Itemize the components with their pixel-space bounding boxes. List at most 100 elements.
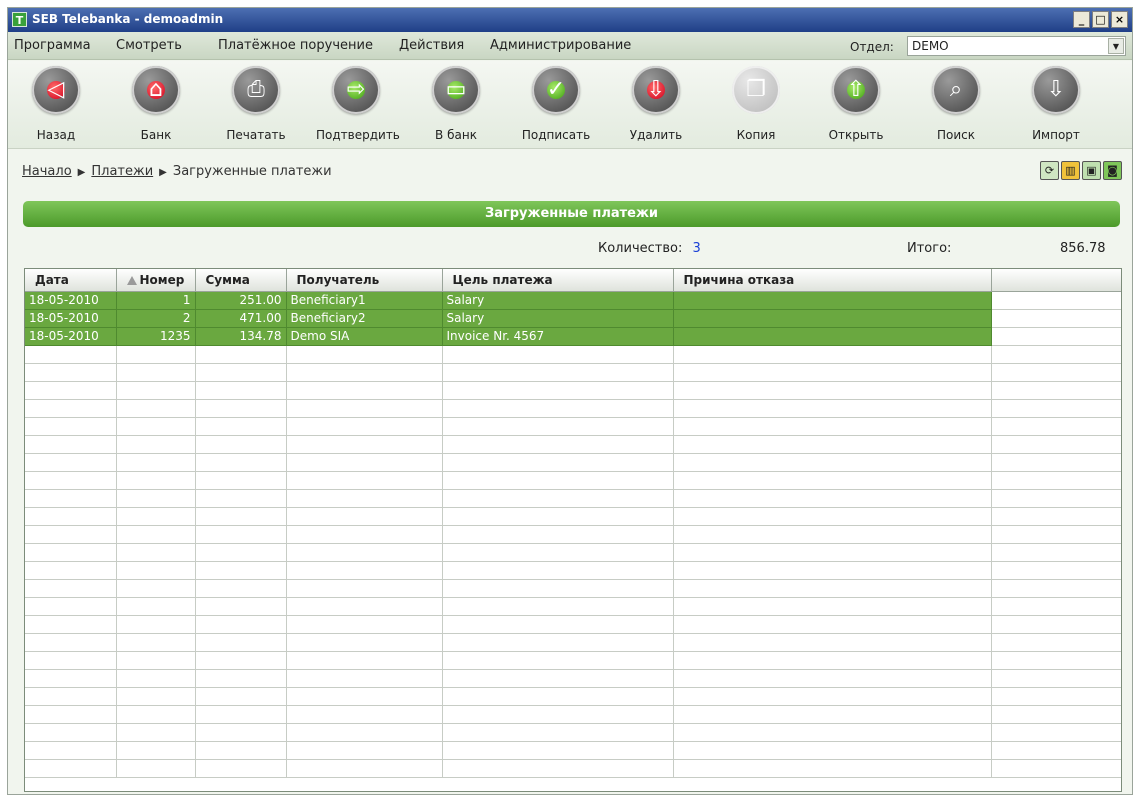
empty-cell (673, 435, 992, 454)
empty-table-row (25, 363, 1121, 382)
empty-cell (442, 723, 674, 742)
column-header-number[interactable]: Номер (116, 269, 196, 292)
empty-cell (442, 453, 674, 472)
empty-cell (116, 543, 196, 562)
empty-cell (442, 345, 674, 364)
back-button[interactable]: ◁ Назад (16, 61, 96, 147)
cell-date: 18-05-2010 (25, 327, 117, 346)
empty-cell (195, 417, 287, 436)
empty-cell (116, 597, 196, 616)
breadcrumb-home-link[interactable]: Начало (22, 164, 72, 179)
empty-cell (116, 615, 196, 634)
empty-cell (991, 543, 1121, 562)
table-row[interactable]: 18-05-2010 1235 134.78 Demo SIA Invoice … (25, 327, 1121, 346)
send-to-bank-label: В банк (435, 128, 477, 142)
empty-cell (286, 399, 443, 418)
column-header-date[interactable]: Дата (25, 269, 117, 292)
empty-table-row (25, 381, 1121, 400)
maximize-button[interactable]: □ (1092, 11, 1109, 28)
table-row[interactable]: 18-05-2010 1 251.00 Beneficiary1 Salary (25, 291, 1121, 310)
menu-administration[interactable]: Администрирование (490, 38, 631, 53)
refresh-icon[interactable]: ⟳ (1040, 161, 1059, 180)
cell-number: 2 (116, 309, 196, 328)
empty-cell (195, 471, 287, 490)
empty-cell (116, 525, 196, 544)
cell-reject-reason (673, 327, 992, 346)
menu-payment-order[interactable]: Платёжное поручение (218, 38, 373, 53)
menu-view[interactable]: Смотреть (116, 38, 182, 53)
export-icon[interactable]: ◙ (1103, 161, 1122, 180)
window-title: SEB Telebanka - demoadmin (32, 12, 224, 26)
empty-table-row (25, 687, 1121, 706)
print-button[interactable]: ⎙ Печатать (216, 61, 296, 147)
send-to-bank-button[interactable]: ▭ В банк (416, 61, 496, 147)
cell-reject-reason (673, 309, 992, 328)
empty-cell (25, 525, 117, 544)
empty-cell (442, 381, 674, 400)
breadcrumb-payments-link[interactable]: Платежи (91, 164, 153, 179)
minimize-button[interactable]: _ (1073, 11, 1090, 28)
department-value: DEMO (912, 39, 949, 53)
empty-cell (991, 399, 1121, 418)
empty-cell (991, 435, 1121, 454)
empty-cell (25, 543, 117, 562)
column-header-reject-reason[interactable]: Причина отказа (673, 269, 992, 292)
empty-cell (195, 381, 287, 400)
empty-cell (25, 759, 117, 778)
printer-icon: ⎙ (232, 66, 280, 114)
empty-cell (991, 561, 1121, 580)
chevron-down-icon[interactable]: ▼ (1108, 38, 1124, 54)
sign-button[interactable]: ✓ Подписать (516, 61, 596, 147)
bank-button[interactable]: ⌂ Банк (116, 61, 196, 147)
empty-cell (673, 579, 992, 598)
columns-icon[interactable]: ▥ (1061, 161, 1080, 180)
empty-cell (25, 615, 117, 634)
empty-cell (195, 615, 287, 634)
open-button[interactable]: ⇧ Открыть (816, 61, 896, 147)
screen-icon[interactable]: ▣ (1082, 161, 1101, 180)
menu-actions[interactable]: Действия (399, 38, 464, 53)
menu-bar: Программа Смотреть Платёжное поручение Д… (8, 32, 1132, 60)
open-icon: ⇧ (832, 66, 880, 114)
column-header-purpose[interactable]: Цель платежа (442, 269, 674, 292)
menu-program[interactable]: Программа (14, 38, 91, 53)
empty-cell (25, 435, 117, 454)
import-icon: ⇩ (1032, 66, 1080, 114)
empty-cell (442, 615, 674, 634)
empty-table-row (25, 705, 1121, 724)
empty-cell (286, 345, 443, 364)
empty-cell (195, 489, 287, 508)
empty-table-row (25, 741, 1121, 760)
department-select[interactable]: DEMO ▼ (907, 36, 1126, 56)
empty-cell (286, 435, 443, 454)
table-row[interactable]: 18-05-2010 2 471.00 Beneficiary2 Salary (25, 309, 1121, 328)
empty-table-row (25, 435, 1121, 454)
empty-table-row (25, 651, 1121, 670)
cell-empty (991, 309, 1121, 328)
empty-cell (991, 525, 1121, 544)
empty-cell (991, 669, 1121, 688)
breadcrumb-separator-icon: ▶ (77, 167, 86, 178)
total-value: 856.78 (1060, 241, 1106, 256)
empty-table-row (25, 471, 1121, 490)
empty-table-row (25, 489, 1121, 508)
column-header-recipient[interactable]: Получатель (286, 269, 443, 292)
search-button[interactable]: ⌕ Поиск (916, 61, 996, 147)
empty-cell (673, 633, 992, 652)
empty-cell (286, 471, 443, 490)
empty-cell (195, 399, 287, 418)
delete-button[interactable]: ⇩ Удалить (616, 61, 696, 147)
copy-button[interactable]: ❐ Копия (716, 61, 796, 147)
empty-cell (673, 489, 992, 508)
empty-table-row (25, 615, 1121, 634)
column-header-amount[interactable]: Сумма (195, 269, 287, 292)
close-button[interactable]: × (1111, 11, 1128, 28)
empty-cell (673, 723, 992, 742)
confirm-button[interactable]: ⇨ Подтвердить (316, 61, 400, 147)
confirm-label: Подтвердить (316, 128, 400, 142)
empty-cell (195, 363, 287, 382)
empty-cell (116, 345, 196, 364)
import-button[interactable]: ⇩ Импорт (1016, 61, 1096, 147)
empty-table-row (25, 759, 1121, 778)
cell-number: 1 (116, 291, 196, 310)
